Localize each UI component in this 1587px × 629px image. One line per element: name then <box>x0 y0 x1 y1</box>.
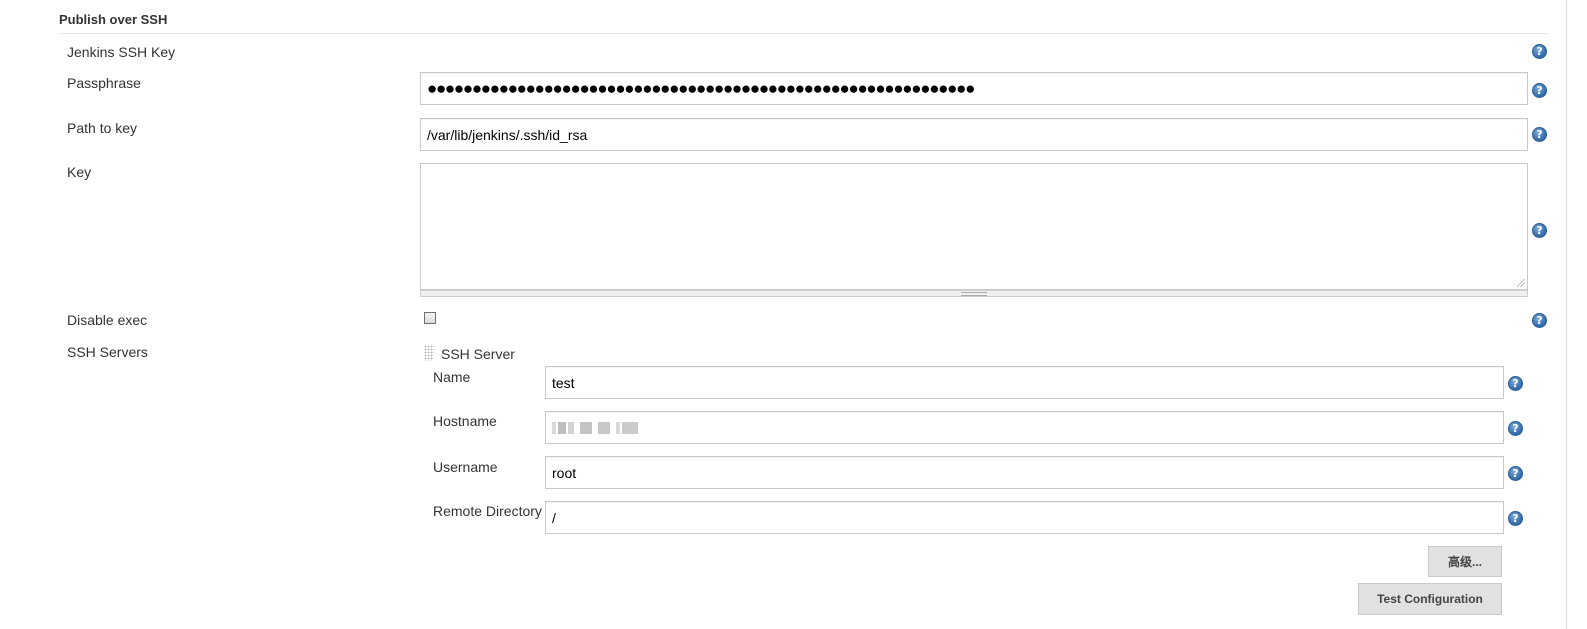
ssh-servers-label: SSH Servers <box>67 344 148 360</box>
hostname-label: Hostname <box>433 413 497 429</box>
key-label: Key <box>67 164 92 180</box>
passphrase-value: ●●●●●●●●●●●●●●●●●●●●●●●●●●●●●●●●●●●●●●●●… <box>427 79 975 98</box>
remote-directory-input[interactable]: / <box>545 501 1504 534</box>
help-icon[interactable]: ? <box>1508 466 1523 481</box>
section-title: Publish over SSH <box>59 12 168 27</box>
passphrase-input[interactable]: ●●●●●●●●●●●●●●●●●●●●●●●●●●●●●●●●●●●●●●●●… <box>420 72 1528 105</box>
server-name-value: test <box>552 374 575 391</box>
help-icon[interactable]: ? <box>1532 44 1547 59</box>
username-label: Username <box>433 459 498 475</box>
publish-over-ssh-page: Publish over SSH Jenkins SSH Key ? Passp… <box>0 0 1587 629</box>
key-textarea[interactable] <box>420 163 1528 290</box>
disable-exec-checkbox[interactable] <box>424 312 436 324</box>
hostname-input[interactable] <box>545 411 1504 444</box>
path-to-key-value: /var/lib/jenkins/.ssh/id_rsa <box>427 126 588 143</box>
server-name-input[interactable]: test <box>545 366 1504 399</box>
disable-exec-label: Disable exec <box>67 312 148 328</box>
server-name-label: Name <box>433 369 471 385</box>
remote-directory-value: / <box>552 509 556 526</box>
help-icon[interactable]: ? <box>1532 83 1547 98</box>
path-to-key-input[interactable]: /var/lib/jenkins/.ssh/id_rsa <box>420 118 1528 151</box>
drag-handle-icon[interactable] <box>424 345 434 361</box>
resize-handle-grip-icon <box>961 292 987 296</box>
hostname-redacted-value <box>552 421 652 435</box>
page-edge-divider <box>1566 0 1567 629</box>
advanced-button[interactable]: 高级... <box>1428 546 1502 577</box>
help-icon[interactable]: ? <box>1532 127 1547 142</box>
path-to-key-label: Path to key <box>67 120 138 136</box>
test-configuration-button[interactable]: Test Configuration <box>1358 583 1502 615</box>
section-divider <box>59 33 1548 34</box>
remote-directory-label: Remote Directory <box>433 503 542 519</box>
ssh-server-title: SSH Server <box>441 346 515 362</box>
help-icon[interactable]: ? <box>1508 511 1523 526</box>
username-value: root <box>552 464 577 481</box>
help-icon[interactable]: ? <box>1508 421 1523 436</box>
resize-grip-icon[interactable] <box>1517 279 1525 287</box>
help-icon[interactable]: ? <box>1508 376 1523 391</box>
jenkins-ssh-key-label: Jenkins SSH Key <box>67 44 176 60</box>
help-icon[interactable]: ? <box>1532 313 1547 328</box>
passphrase-label: Passphrase <box>67 75 141 91</box>
textarea-resize-handle[interactable] <box>420 290 1528 297</box>
username-input[interactable]: root <box>545 456 1504 489</box>
help-icon[interactable]: ? <box>1532 223 1547 238</box>
